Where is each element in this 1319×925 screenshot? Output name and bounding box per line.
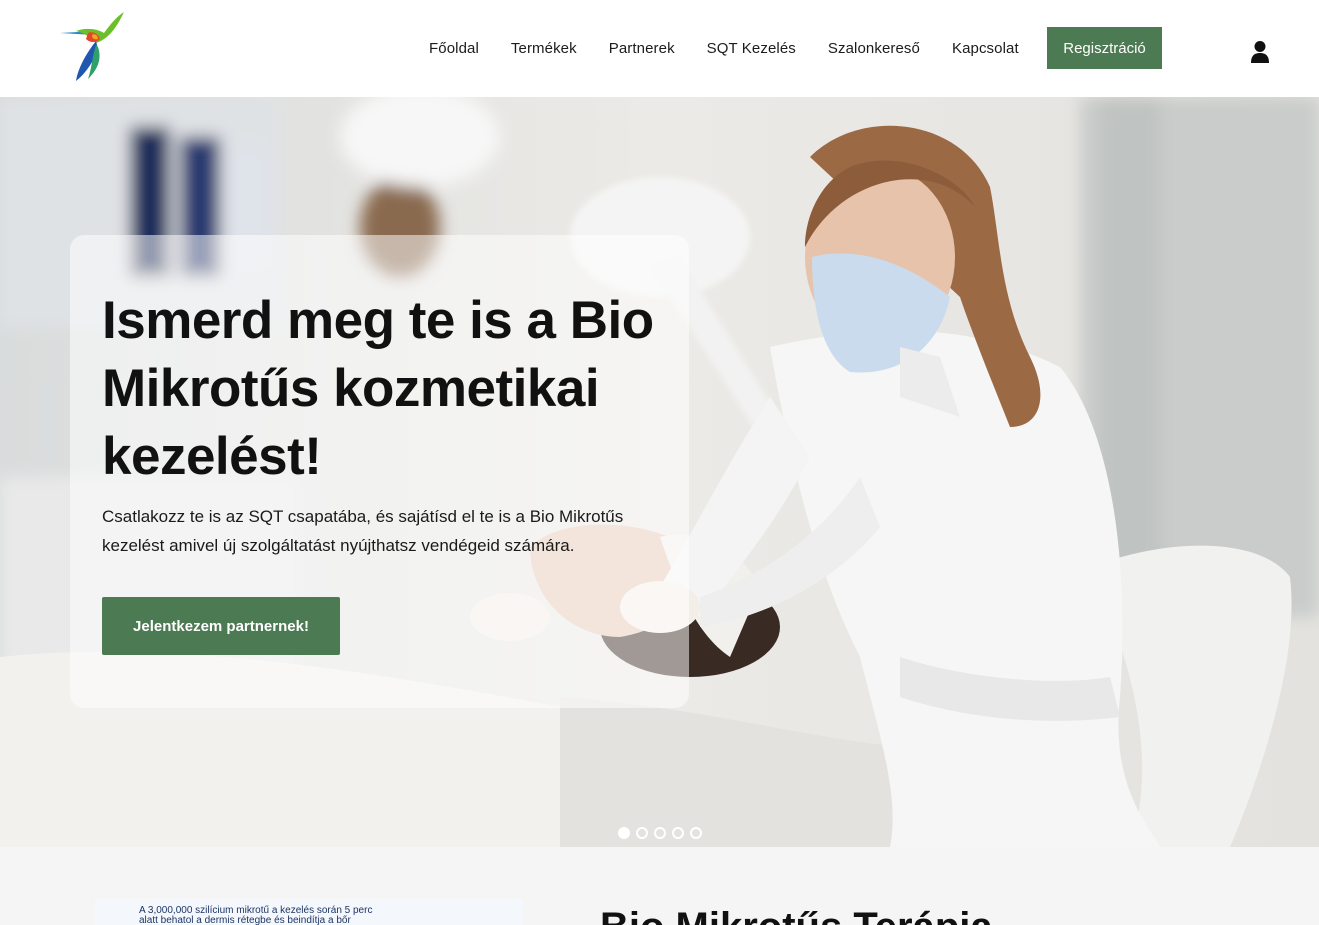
register-button[interactable]: Regisztráció [1047,27,1162,69]
nav-termekek[interactable]: Termékek [511,40,577,57]
nav-kapcsolat[interactable]: Kapcsolat [952,40,1019,57]
slider-pagination [618,827,708,839]
slider-dot[interactable] [618,827,630,839]
slider-dot[interactable] [636,827,648,839]
site-header: Főoldal Termékek Partnerek SQT Kezelés S… [0,0,1319,97]
slider-dot[interactable] [654,827,666,839]
main-nav: Főoldal Termékek Partnerek SQT Kezelés S… [413,27,1035,69]
hero-subtitle: Csatlakozz te is az SQT csapatába, és sa… [102,507,624,555]
therapy-infographic-image: A 3,000,000 szilícium mikrotű a kezelés … [95,899,523,925]
nav-szalonkereso[interactable]: Szalonkereső [828,40,920,57]
nav-sqt-kezeles[interactable]: SQT Kezelés [707,40,796,57]
slider-dot[interactable] [672,827,684,839]
hummingbird-logo-icon[interactable] [58,11,128,83]
become-partner-button[interactable]: Jelentkezem partnernek! [102,597,340,655]
nav-partnerek[interactable]: Partnerek [609,40,675,57]
user-icon[interactable] [1250,40,1270,64]
hero-slider: Ismerd meg te is a Bio Mikrotűs kozmetik… [0,97,1319,847]
hero-title: Ismerd meg te is a Bio Mikrotűs kozmetik… [102,291,654,486]
nav-fooldal[interactable]: Főoldal [429,40,479,57]
therapy-heading: Bio Mikrotűs Terápia [600,905,993,925]
slider-dot[interactable] [690,827,702,839]
therapy-section: A 3,000,000 szilícium mikrotű a kezelés … [0,847,1319,925]
infographic-caption: A 3,000,000 szilícium mikrotű a kezelés … [139,905,373,925]
